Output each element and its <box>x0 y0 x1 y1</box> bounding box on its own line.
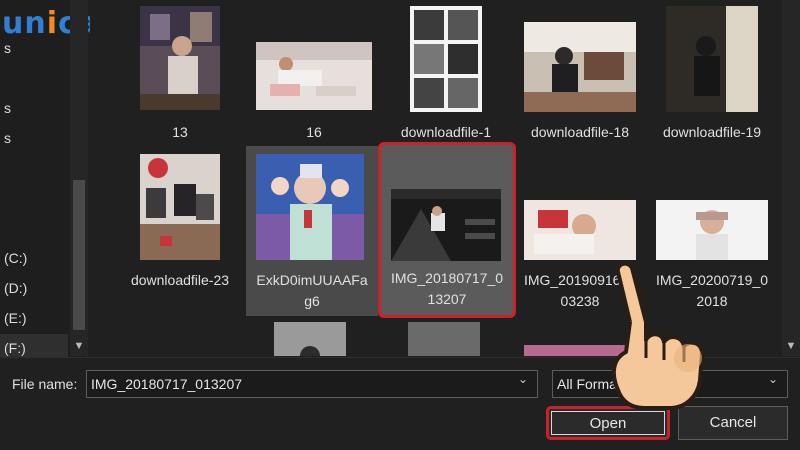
sidebar-item-drive-e[interactable]: (E:) <box>4 310 27 326</box>
file-name: IMG_20180717_0 <box>390 270 504 286</box>
file-thumbnail <box>256 42 372 110</box>
file-item-selected[interactable]: IMG_20180717_0 13207 <box>378 142 516 318</box>
navigation-pane: unica s s s (C:) (D:) (E:) (F:) ▼ <box>0 0 97 363</box>
file-name-input[interactable]: IMG_20180717_013207 <box>86 370 538 398</box>
file-thumbnail <box>656 200 768 260</box>
file-thumbnail <box>524 22 636 112</box>
file-name: downloadfile-1 <box>400 124 492 140</box>
file-name-label: File name: <box>12 376 78 392</box>
file-name: 13 <box>172 124 188 140</box>
file-item[interactable]: downloadfile-1 <box>380 0 512 144</box>
file-thumbnail <box>524 200 636 260</box>
file-item[interactable]: 16 <box>248 0 380 144</box>
sidebar-scrollbar[interactable]: ▼ <box>70 0 88 356</box>
file-grid-scrollbar[interactable]: ▼ <box>782 0 800 356</box>
file-thumbnail <box>140 6 220 110</box>
file-thumbnail <box>408 322 480 356</box>
file-name: downloadfile-19 <box>662 124 762 140</box>
file-thumbnail <box>410 6 482 112</box>
file-item[interactable]: 13 <box>114 0 246 144</box>
sidebar-item-partial[interactable]: s <box>4 100 11 116</box>
file-name: downloadfile-23 <box>130 272 230 288</box>
sidebar-item-drive-c[interactable]: (C:) <box>4 250 27 266</box>
file-name: ExkD0imUUAAFa <box>256 272 368 288</box>
file-item[interactable] <box>380 320 512 356</box>
file-thumbnail <box>666 6 758 112</box>
file-item[interactable]: ExkD0imUUAAFa g6 <box>246 146 378 316</box>
file-name-line2: g6 <box>304 293 320 309</box>
sidebar-item-drive-d[interactable]: (D:) <box>4 280 27 296</box>
file-thumbnail <box>140 154 220 260</box>
file-name-line2: 13207 <box>427 291 467 307</box>
chevron-down-icon[interactable]: ▼ <box>70 340 88 352</box>
chevron-down-icon[interactable]: ▼ <box>782 340 800 352</box>
sidebar-item-partial[interactable]: s <box>4 130 11 146</box>
file-item[interactable] <box>246 320 378 356</box>
file-name: 16 <box>306 124 322 140</box>
chevron-down-icon[interactable]: ⌄ <box>518 372 528 386</box>
file-name: downloadfile-18 <box>530 124 630 140</box>
chevron-down-icon[interactable]: ⌄ <box>768 372 778 386</box>
file-item[interactable]: downloadfile-23 <box>114 146 246 316</box>
file-item[interactable]: downloadfile-18 <box>514 0 646 144</box>
sidebar-item-partial[interactable]: s <box>4 40 11 56</box>
file-thumbnail <box>274 322 346 356</box>
file-item[interactable]: downloadfile-19 <box>646 0 778 144</box>
open-button-label: Open <box>551 411 665 435</box>
file-thumbnail <box>256 154 364 260</box>
file-thumbnail <box>391 189 501 261</box>
sidebar-scroll-thumb[interactable] <box>73 180 85 330</box>
pointing-hand-icon <box>611 262 704 410</box>
